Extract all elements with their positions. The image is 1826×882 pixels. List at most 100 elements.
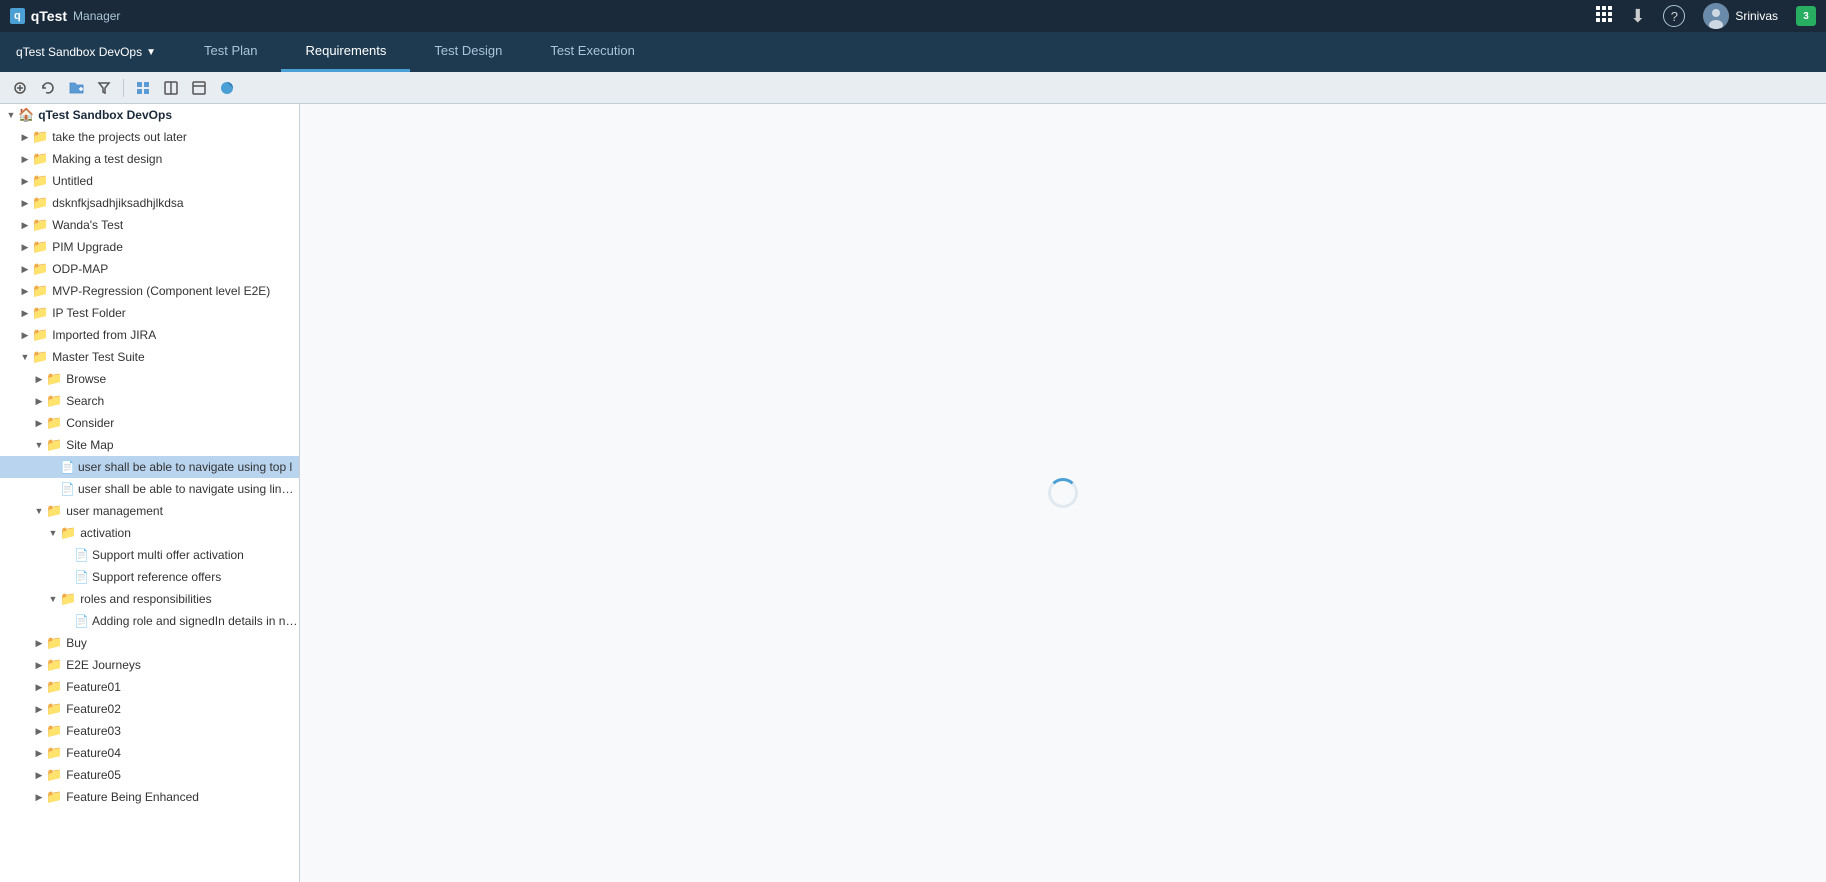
toolbar	[0, 72, 1826, 104]
sidebar-item-activation[interactable]: ▼ 📁 activation	[0, 522, 299, 544]
folder-icon: 📁	[46, 723, 62, 739]
arrow: ▶	[32, 792, 46, 803]
item-label: Wanda's Test	[52, 218, 123, 232]
sidebar-item-user-management[interactable]: ▼ 📁 user management	[0, 500, 299, 522]
folder-icon: 📁	[46, 657, 62, 673]
grid-icon[interactable]	[1596, 6, 1612, 27]
item-label: user management	[66, 504, 163, 518]
arrow: ▶	[18, 132, 32, 143]
sidebar-item-pim[interactable]: ▶ 📁 PIM Upgrade	[0, 236, 299, 258]
sidebar-item-feature-being[interactable]: ▶ 📁 Feature Being Enhanced	[0, 786, 299, 808]
avatar	[1703, 3, 1729, 29]
arrow: ▶	[18, 264, 32, 275]
expand-all-button[interactable]	[8, 76, 32, 100]
sidebar-item-consider[interactable]: ▶ 📁 Consider	[0, 412, 299, 434]
sidebar-item-take-projects[interactable]: ▶ 📁 take the projects out later	[0, 126, 299, 148]
arrow: ▶	[32, 418, 46, 429]
sidebar-item-odp[interactable]: ▶ 📁 ODP-MAP	[0, 258, 299, 280]
folder-icon: 📁	[32, 217, 48, 233]
folder-icon: 📁	[32, 283, 48, 299]
item-label: Imported from JIRA	[52, 328, 156, 342]
folder-icon: 📁	[46, 745, 62, 761]
content-area	[300, 104, 1826, 882]
view-btn2[interactable]	[159, 76, 183, 100]
sidebar-item-feature01[interactable]: ▶ 📁 Feature01	[0, 676, 299, 698]
sidebar-item-ip-test[interactable]: ▶ 📁 IP Test Folder	[0, 302, 299, 324]
sidebar-item-buy[interactable]: ▶ 📁 Buy	[0, 632, 299, 654]
arrow: ▼	[32, 506, 46, 516]
arrow: ▶	[18, 242, 32, 253]
logo-box: q	[10, 8, 25, 24]
tab-requirements[interactable]: Requirements	[281, 32, 410, 72]
sidebar-item-wanda[interactable]: ▶ 📁 Wanda's Test	[0, 214, 299, 236]
root-label: qTest Sandbox DevOps	[38, 108, 172, 122]
view-btn1[interactable]	[131, 76, 155, 100]
folder-icon: 📁	[32, 305, 48, 321]
item-label: Search	[66, 394, 104, 408]
notification-badge: 3	[1796, 6, 1816, 26]
sidebar-item-master-test-suite[interactable]: ▼ 📁 Master Test Suite	[0, 346, 299, 368]
sidebar-item-support-multi[interactable]: 📄 Support multi offer activation	[0, 544, 299, 566]
tree-root[interactable]: ▼ 🏠 qTest Sandbox DevOps	[0, 104, 299, 126]
download-icon[interactable]: ⬇	[1630, 6, 1645, 27]
view-btn3[interactable]	[187, 76, 211, 100]
arrow: ▶	[32, 726, 46, 737]
top-bar: q qTest Manager ⬇ ? Srinivas 3	[0, 0, 1826, 32]
help-icon[interactable]: ?	[1663, 5, 1685, 27]
sidebar-item-feature05[interactable]: ▶ 📁 Feature05	[0, 764, 299, 786]
tab-test-design[interactable]: Test Design	[410, 32, 526, 72]
sidebar-item-making-test[interactable]: ▶ 📁 Making a test design	[0, 148, 299, 170]
sidebar-item-untitled[interactable]: ▶ 📁 Untitled	[0, 170, 299, 192]
arrow: ▶	[32, 660, 46, 671]
toggle-btn[interactable]	[215, 76, 239, 100]
arrow: ▶	[18, 330, 32, 341]
sidebar-item-e2e[interactable]: ▶ 📁 E2E Journeys	[0, 654, 299, 676]
filter-button[interactable]	[92, 76, 116, 100]
sidebar-item-support-reference[interactable]: 📄 Support reference offers	[0, 566, 299, 588]
folder-icon: 📁	[46, 503, 62, 519]
sidebar-item-feature04[interactable]: ▶ 📁 Feature04	[0, 742, 299, 764]
item-label: Feature04	[66, 746, 121, 760]
project-selector[interactable]: qTest Sandbox DevOps ▼	[16, 45, 156, 59]
folder-icon: 📁	[46, 415, 62, 431]
sidebar-item-browse[interactable]: ▶ 📁 Browse	[0, 368, 299, 390]
folder-icon: 📁	[32, 129, 48, 145]
sidebar-item-roles[interactable]: ▼ 📁 roles and responsibilities	[0, 588, 299, 610]
tab-test-plan[interactable]: Test Plan	[180, 32, 281, 72]
sidebar-tree: ▼ 🏠 qTest Sandbox DevOps ▶ 📁 take the pr…	[0, 104, 300, 882]
arrow: ▼	[32, 440, 46, 450]
add-folder-button[interactable]	[64, 76, 88, 100]
item-label: activation	[80, 526, 131, 540]
item-label: PIM Upgrade	[52, 240, 123, 254]
item-label: Support multi offer activation	[92, 548, 244, 562]
doc-icon: 📄	[60, 460, 74, 474]
loading-spinner	[1048, 478, 1078, 508]
sidebar-item-site-map[interactable]: ▼ 📁 Site Map	[0, 434, 299, 456]
sidebar-item-feature02[interactable]: ▶ 📁 Feature02	[0, 698, 299, 720]
sidebar-item-navigate-top[interactable]: 📄 user shall be able to navigate using t…	[0, 456, 299, 478]
item-label: dsknfkjsadhjiksadhjlkdsa	[52, 196, 183, 210]
item-label: ODP-MAP	[52, 262, 108, 276]
sidebar-item-feature03[interactable]: ▶ 📁 Feature03	[0, 720, 299, 742]
item-label: Buy	[66, 636, 87, 650]
doc-icon: 📄	[60, 482, 74, 496]
item-label: Feature Being Enhanced	[66, 790, 199, 804]
item-label: Making a test design	[52, 152, 162, 166]
item-label: Adding role and signedIn details in norm	[92, 614, 299, 628]
item-label: Feature05	[66, 768, 121, 782]
sidebar-item-search[interactable]: ▶ 📁 Search	[0, 390, 299, 412]
sidebar-item-adding-role[interactable]: 📄 Adding role and signedIn details in no…	[0, 610, 299, 632]
user-menu[interactable]: Srinivas	[1703, 3, 1778, 29]
tab-test-execution[interactable]: Test Execution	[526, 32, 659, 72]
arrow: ▶	[18, 220, 32, 231]
notification-area[interactable]: 3	[1796, 6, 1816, 26]
sidebar-item-mvp[interactable]: ▶ 📁 MVP-Regression (Component level E2E)	[0, 280, 299, 302]
sidebar-item-jira[interactable]: ▶ 📁 Imported from JIRA	[0, 324, 299, 346]
username: Srinivas	[1735, 9, 1778, 23]
sidebar-item-dsknf[interactable]: ▶ 📁 dsknfkjsadhjiksadhjlkdsa	[0, 192, 299, 214]
arrow: ▶	[32, 682, 46, 693]
sidebar-item-navigate-links[interactable]: 📄 user shall be able to navigate using l…	[0, 478, 299, 500]
refresh-button[interactable]	[36, 76, 60, 100]
folder-icon: 📁	[46, 701, 62, 717]
item-label: user shall be able to navigate using lin…	[78, 482, 299, 496]
